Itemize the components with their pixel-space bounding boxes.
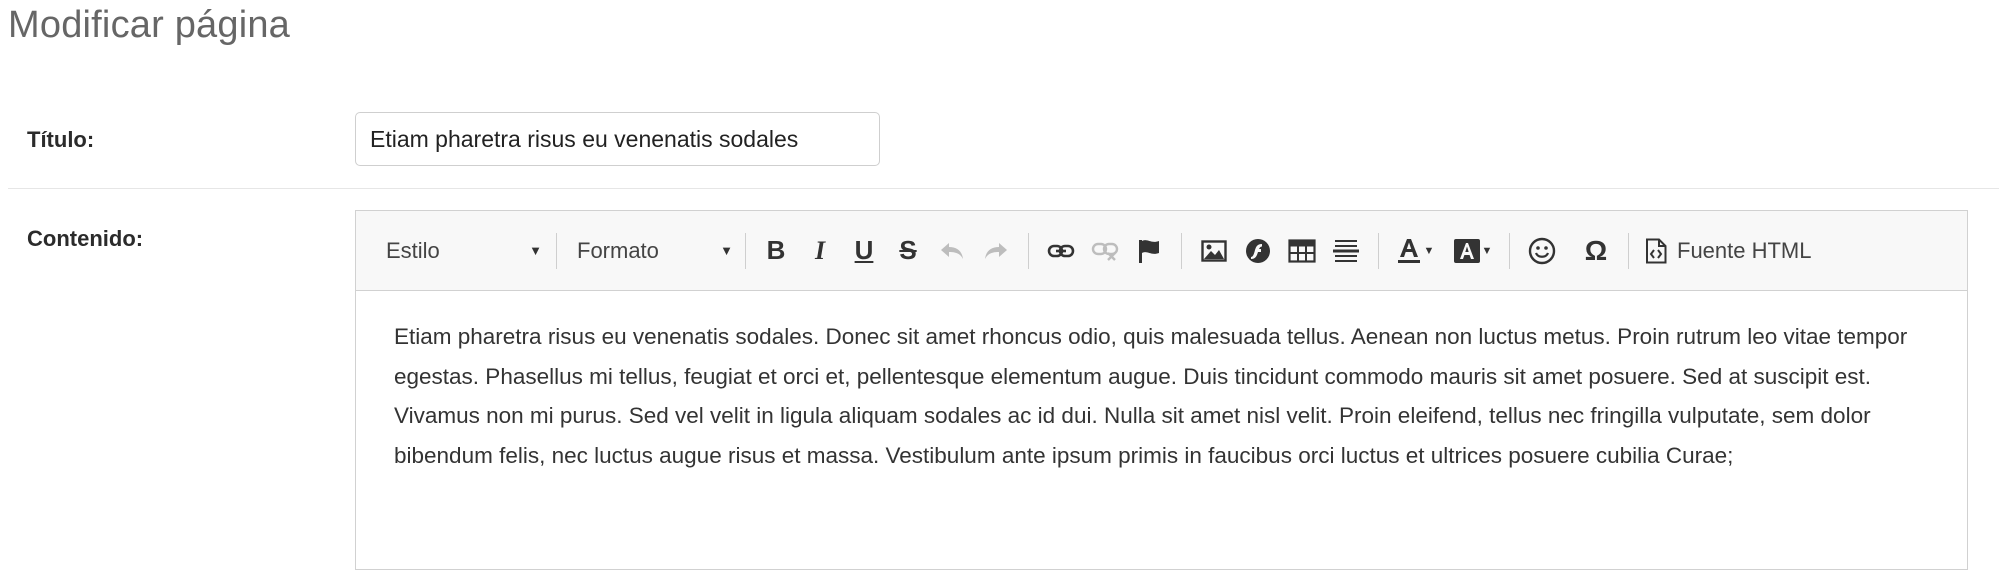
rich-text-editor: Estilo ▼ Formato ▼ B I U S ▼ ▼ Ω Fuente … — [355, 210, 1968, 570]
strikethrough-button[interactable]: S — [886, 229, 930, 273]
anchor-flag-icon — [1139, 239, 1159, 263]
format-dropdown-label: Formato — [577, 237, 659, 263]
undo-button[interactable] — [930, 229, 974, 273]
special-char-icon: Ω — [1584, 234, 1608, 266]
text-color-icon — [1397, 238, 1420, 263]
editor-paragraph: Etiam pharetra risus eu venenatis sodale… — [394, 324, 1908, 468]
smiley-icon — [1528, 237, 1556, 264]
chevron-down-icon: ▼ — [720, 243, 733, 258]
horizontal-rule-button[interactable] — [1324, 229, 1368, 273]
chevron-down-icon: ▼ — [1481, 244, 1493, 257]
table-button[interactable] — [1280, 229, 1324, 273]
bold-icon: B — [766, 235, 786, 265]
editor-content-area[interactable]: Etiam pharetra risus eu venenatis sodale… — [356, 291, 1967, 501]
background-color-button[interactable]: ▼ — [1447, 229, 1499, 273]
divider — [8, 188, 1999, 189]
italic-button[interactable]: I — [798, 229, 842, 273]
toolbar-separator — [1628, 232, 1629, 269]
italic-icon: I — [814, 235, 826, 265]
link-icon — [1047, 244, 1075, 257]
flash-button[interactable] — [1236, 229, 1280, 273]
chevron-down-icon: ▼ — [529, 243, 542, 258]
toolbar-separator — [1378, 232, 1379, 269]
toolbar-separator — [1028, 232, 1029, 269]
redo-icon — [985, 242, 1007, 259]
title-input[interactable] — [355, 112, 880, 166]
toolbar-separator — [745, 232, 746, 269]
strikethrough-icon: S — [899, 235, 917, 265]
special-char-button[interactable]: Ω — [1574, 229, 1618, 273]
underline-button[interactable]: U — [842, 229, 886, 273]
underline-icon: U — [854, 235, 874, 265]
page-title: Modificar página — [8, 4, 291, 46]
style-dropdown-label: Estilo — [386, 237, 440, 263]
table-icon — [1288, 238, 1316, 263]
chevron-down-icon: ▼ — [1423, 244, 1435, 257]
toolbar-separator — [1181, 232, 1182, 269]
unlink-button[interactable] — [1083, 229, 1127, 273]
link-button[interactable] — [1039, 229, 1083, 273]
background-color-icon — [1453, 238, 1480, 263]
anchor-button[interactable] — [1127, 229, 1171, 273]
editor-toolbar: Estilo ▼ Formato ▼ B I U S ▼ ▼ Ω Fuente … — [356, 211, 1967, 291]
title-label: Título: — [27, 127, 95, 152]
source-icon — [1646, 238, 1667, 263]
flash-icon — [1246, 238, 1270, 263]
bold-button[interactable]: B — [754, 229, 798, 273]
source-html-label: Fuente HTML — [1677, 237, 1812, 263]
image-icon — [1201, 239, 1227, 262]
unlink-icon — [1091, 242, 1119, 261]
smiley-button[interactable] — [1520, 229, 1564, 273]
redo-button[interactable] — [974, 229, 1018, 273]
image-button[interactable] — [1192, 229, 1236, 273]
style-dropdown[interactable]: Estilo ▼ — [386, 229, 556, 273]
undo-icon — [941, 242, 963, 259]
format-dropdown[interactable]: Formato ▼ — [557, 229, 745, 273]
toolbar-separator — [1509, 232, 1510, 269]
horizontal-rule-icon — [1333, 239, 1359, 262]
content-label: Contenido: — [27, 226, 144, 251]
source-html-button[interactable]: Fuente HTML — [1645, 238, 1812, 264]
text-color-button[interactable]: ▼ — [1389, 229, 1441, 273]
